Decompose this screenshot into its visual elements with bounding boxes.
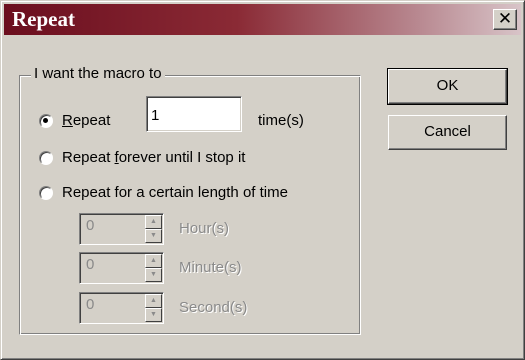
hours-spin-buttons[interactable]: ▲ ▼ (145, 215, 162, 243)
close-icon: ✕ (497, 9, 513, 29)
repeat-count-input[interactable] (146, 96, 242, 132)
spin-up-icon[interactable]: ▲ (145, 294, 162, 308)
spin-up-icon[interactable]: ▲ (145, 215, 162, 229)
times-suffix-label: time(s) (258, 112, 304, 129)
hours-unit-label: Hour(s) (179, 220, 230, 237)
repeat-times-radio[interactable] (39, 114, 53, 128)
cancel-button[interactable]: Cancel (388, 115, 507, 150)
spin-down-icon[interactable]: ▼ (145, 268, 162, 282)
title-bar[interactable]: Repeat ✕ (4, 4, 521, 35)
repeat-times-label: Repeat (62, 112, 111, 129)
spin-up-icon[interactable]: ▲ (145, 254, 162, 268)
ok-button[interactable]: OK (387, 68, 508, 105)
repeat-duration-option[interactable]: Repeat for a certain length of time (39, 182, 288, 204)
minutes-spin-buttons[interactable]: ▲ ▼ (145, 254, 162, 282)
spin-down-icon[interactable]: ▼ (145, 229, 162, 243)
repeat-forever-radio[interactable] (39, 151, 53, 165)
spin-down-icon[interactable]: ▼ (145, 308, 162, 322)
minutes-unit-label: Minute(s) (179, 259, 242, 276)
repeat-forever-label: Repeat forever until I stop it (62, 149, 246, 166)
close-button[interactable]: ✕ (493, 9, 517, 30)
repeat-duration-label: Repeat for a certain length of time (62, 184, 288, 201)
repeat-duration-radio[interactable] (39, 186, 53, 200)
dialog-title: Repeat (12, 7, 75, 31)
seconds-spin-buttons[interactable]: ▲ ▼ (145, 294, 162, 322)
seconds-unit-label: Second(s) (179, 299, 248, 316)
group-label: I want the macro to (31, 64, 165, 84)
repeat-forever-option[interactable]: Repeat forever until I stop it (39, 147, 245, 169)
repeat-times-option[interactable]: Repeat (39, 110, 110, 132)
